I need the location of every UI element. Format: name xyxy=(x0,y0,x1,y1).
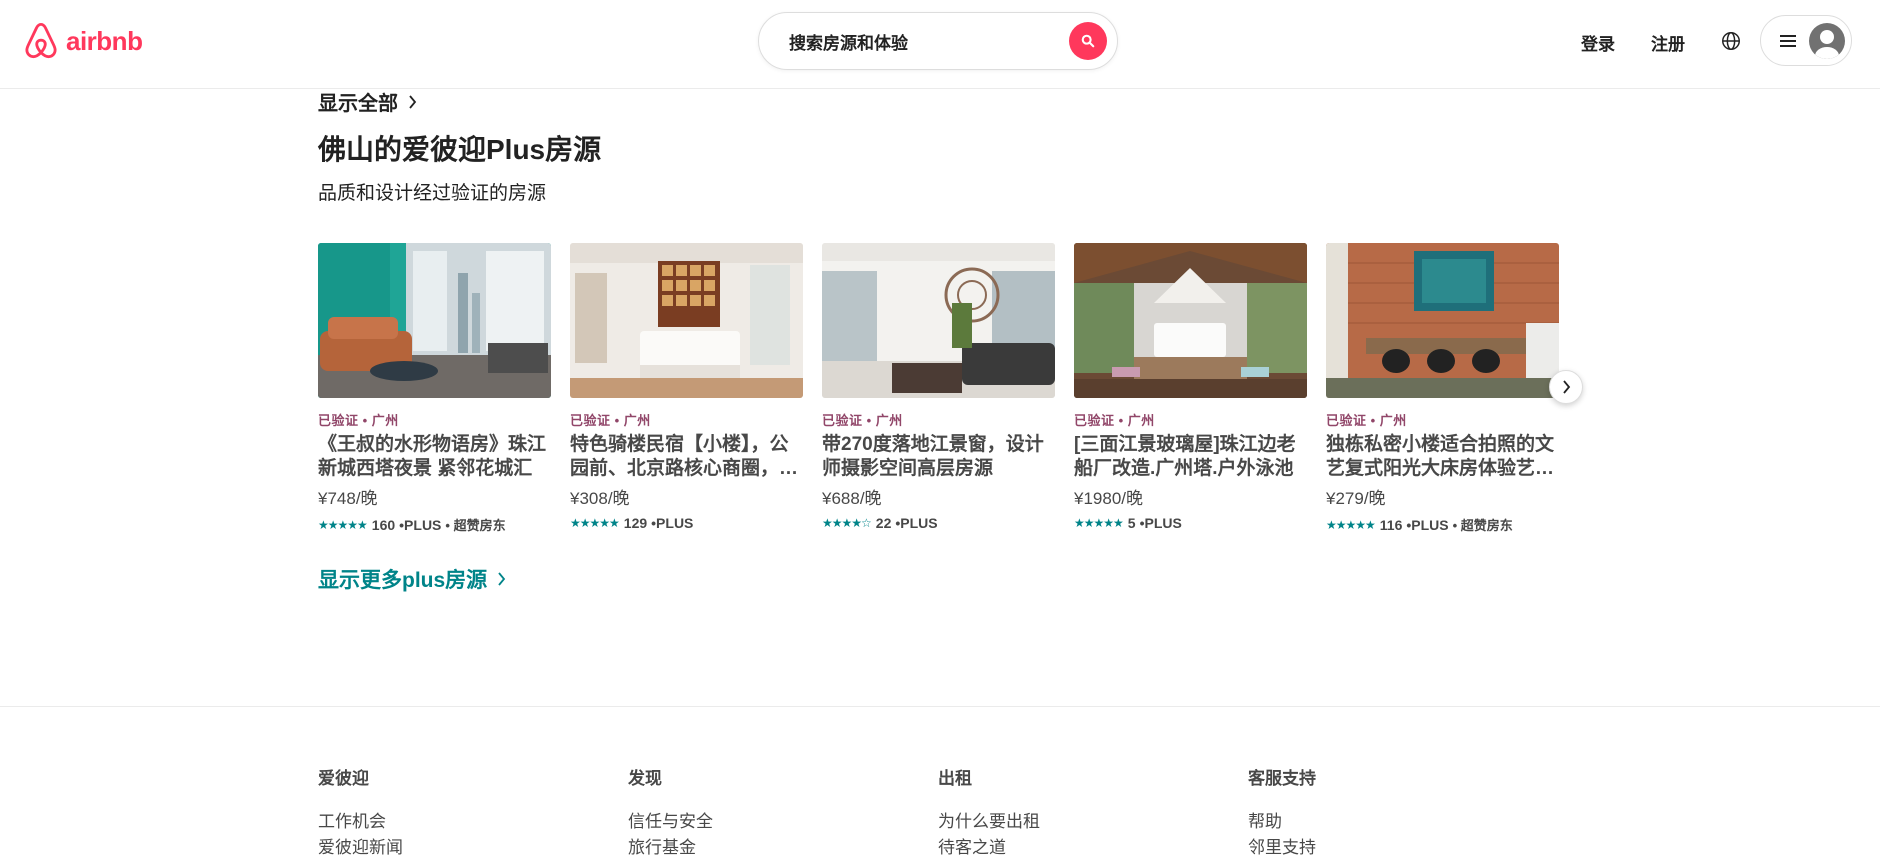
listing-meta: 已验证 • 广州 xyxy=(570,413,651,428)
chevron-right-icon xyxy=(1562,380,1570,394)
signup-link[interactable]: 注册 xyxy=(1651,30,1685,55)
plus-badge: •PLUS xyxy=(895,515,938,531)
footer-heading: 出租 xyxy=(938,769,972,788)
footer-heading: 发现 xyxy=(628,769,662,788)
listing-title[interactable]: 独栋私密小楼适合拍照的文艺复式阳光大床房体验艺术区 xyxy=(1326,433,1559,481)
superhost-label: • 超赞房东 xyxy=(445,518,506,533)
show-all-label: 显示全部 xyxy=(318,93,398,115)
plus-badge: •PLUS xyxy=(1406,516,1449,533)
footer-column-support: 客服支持 帮助 邻里支持 xyxy=(1248,764,1528,859)
review-count: 160 xyxy=(371,516,396,533)
footer-link[interactable]: 邻里支持 xyxy=(1248,835,1528,859)
review-count: 22 xyxy=(875,515,892,531)
airbnb-belo-icon xyxy=(25,22,57,59)
star-rating-icon: ★★★★☆ xyxy=(822,516,872,530)
avatar-icon xyxy=(1809,22,1845,59)
listing-price: ¥688/晚 xyxy=(822,489,882,508)
footer-column-discover: 发现 信任与安全 旅行基金 xyxy=(628,764,908,859)
chevron-right-icon xyxy=(498,572,506,586)
footer-link[interactable]: 待客之道 xyxy=(938,835,1218,859)
listing-meta: 已验证 • 广州 xyxy=(318,413,399,428)
listing-photo[interactable] xyxy=(318,243,551,398)
listing-card[interactable]: 已验证 • 广州 带270度落地江景窗，设计师摄影空间高层房源 ¥688/晚 ★… xyxy=(822,243,1055,534)
show-more-plus-link[interactable]: 显示更多plus房源 xyxy=(318,564,506,594)
search-icon xyxy=(1081,34,1095,48)
listing-title[interactable]: 《王叔的水形物语房》珠江新城西塔夜景 紧邻花城汇 xyxy=(318,433,551,481)
show-all-link[interactable]: 显示全部 xyxy=(318,87,417,116)
star-rating-icon: ★★★★★ xyxy=(1074,516,1124,530)
footer-link[interactable]: 信任与安全 xyxy=(628,809,908,835)
review-count: 116 xyxy=(1379,516,1403,533)
listing-price: ¥279/晚 xyxy=(1326,489,1386,508)
show-more-plus-label: 显示更多plus房源 xyxy=(318,569,488,592)
footer-column-airbnb: 爱彼迎 工作机会 爱彼迎新闻 xyxy=(318,764,598,859)
listing-title[interactable]: 特色骑楼民宿【小楼】，公园前、北京路核心商圈，地铁 xyxy=(570,433,803,481)
footer-link[interactable]: 工作机会 xyxy=(318,809,598,835)
listing-rating: ★★★★★ 160 •PLUS • 超赞房东 xyxy=(318,515,551,534)
search-button[interactable] xyxy=(1069,22,1107,60)
listing-rating: ★★★★☆ 22 •PLUS xyxy=(822,515,1055,531)
footer-heading: 客服支持 xyxy=(1248,769,1316,788)
listing-carousel: 已验证 • 广州 《王叔的水形物语房》珠江新城西塔夜景 紧邻花城汇 ¥748/晚… xyxy=(318,243,1578,534)
star-rating-icon: ★★★★★ xyxy=(318,517,368,532)
footer-link[interactable]: 为什么要出租 xyxy=(938,809,1218,835)
carousel-next-button[interactable] xyxy=(1549,370,1583,404)
airbnb-logo[interactable]: airbnb xyxy=(22,21,143,61)
footer-heading: 爱彼迎 xyxy=(318,769,369,788)
listing-meta: 已验证 • 广州 xyxy=(1074,413,1155,428)
star-rating-icon: ★★★★★ xyxy=(1326,517,1376,532)
plus-badge: •PLUS xyxy=(651,515,694,531)
globe-icon[interactable] xyxy=(1720,30,1742,52)
plus-badge: •PLUS xyxy=(399,516,442,533)
listing-card[interactable]: 已验证 • 广州 [三面江景玻璃屋]珠江边老船厂改造.广州塔.户外泳池 ¥198… xyxy=(1074,243,1307,534)
listing-rating: ★★★★★ 129 •PLUS xyxy=(570,515,803,531)
listing-meta: 已验证 • 广州 xyxy=(1326,413,1407,428)
review-count: 5 xyxy=(1127,515,1136,531)
listing-card[interactable]: 已验证 • 广州 独栋私密小楼适合拍照的文艺复式阳光大床房体验艺术区 ¥279/… xyxy=(1326,243,1559,534)
listing-photo[interactable] xyxy=(822,243,1055,398)
site-footer: 爱彼迎 工作机会 爱彼迎新闻 发现 信任与安全 旅行基金 出租 为什么要出租 待… xyxy=(0,706,1880,859)
listing-title[interactable]: 带270度落地江景窗，设计师摄影空间高层房源 xyxy=(822,433,1055,481)
superhost-label: • 超赞房东 xyxy=(1452,518,1513,533)
section-subtitle: 品质和设计经过验证的房源 xyxy=(318,183,547,204)
listing-photo[interactable] xyxy=(1326,243,1559,398)
section-title: 佛山的爱彼迎Plus房源 xyxy=(318,134,602,165)
plus-badge: •PLUS xyxy=(1139,515,1182,531)
login-link[interactable]: 登录 xyxy=(1581,30,1615,55)
top-header: airbnb 搜索房源和体验 登录 注册 xyxy=(0,0,1880,89)
review-count: 129 xyxy=(623,515,648,531)
listing-photo[interactable] xyxy=(1074,243,1307,398)
footer-link[interactable]: 爱彼迎新闻 xyxy=(318,835,598,859)
listing-rating: ★★★★★ 5 •PLUS xyxy=(1074,515,1307,531)
star-rating-icon: ★★★★★ xyxy=(570,516,620,530)
footer-link[interactable]: 旅行基金 xyxy=(628,835,908,859)
listing-price: ¥748/晚 xyxy=(318,489,378,508)
listing-card[interactable]: 已验证 • 广州 特色骑楼民宿【小楼】，公园前、北京路核心商圈，地铁 ¥308/… xyxy=(570,243,803,534)
search-placeholder: 搜索房源和体验 xyxy=(789,33,908,53)
listing-photo[interactable] xyxy=(570,243,803,398)
footer-column-hosting: 出租 为什么要出租 待客之道 xyxy=(938,764,1218,859)
listing-price: ¥1980/晚 xyxy=(1074,489,1143,508)
user-menu-button[interactable] xyxy=(1760,15,1852,66)
footer-link[interactable]: 帮助 xyxy=(1248,809,1528,835)
chevron-right-icon xyxy=(409,94,417,109)
listing-meta: 已验证 • 广州 xyxy=(822,413,903,428)
hamburger-icon xyxy=(1780,34,1796,47)
listing-card[interactable]: 已验证 • 广州 《王叔的水形物语房》珠江新城西塔夜景 紧邻花城汇 ¥748/晚… xyxy=(318,243,551,534)
listing-rating: ★★★★★ 116 •PLUS • 超赞房东 xyxy=(1326,515,1559,534)
listing-title[interactable]: [三面江景玻璃屋]珠江边老船厂改造.广州塔.户外泳池 xyxy=(1074,433,1307,481)
search-bar[interactable]: 搜索房源和体验 xyxy=(758,12,1118,70)
listing-price: ¥308/晚 xyxy=(570,489,630,508)
logo-wordmark: airbnb xyxy=(66,25,143,56)
